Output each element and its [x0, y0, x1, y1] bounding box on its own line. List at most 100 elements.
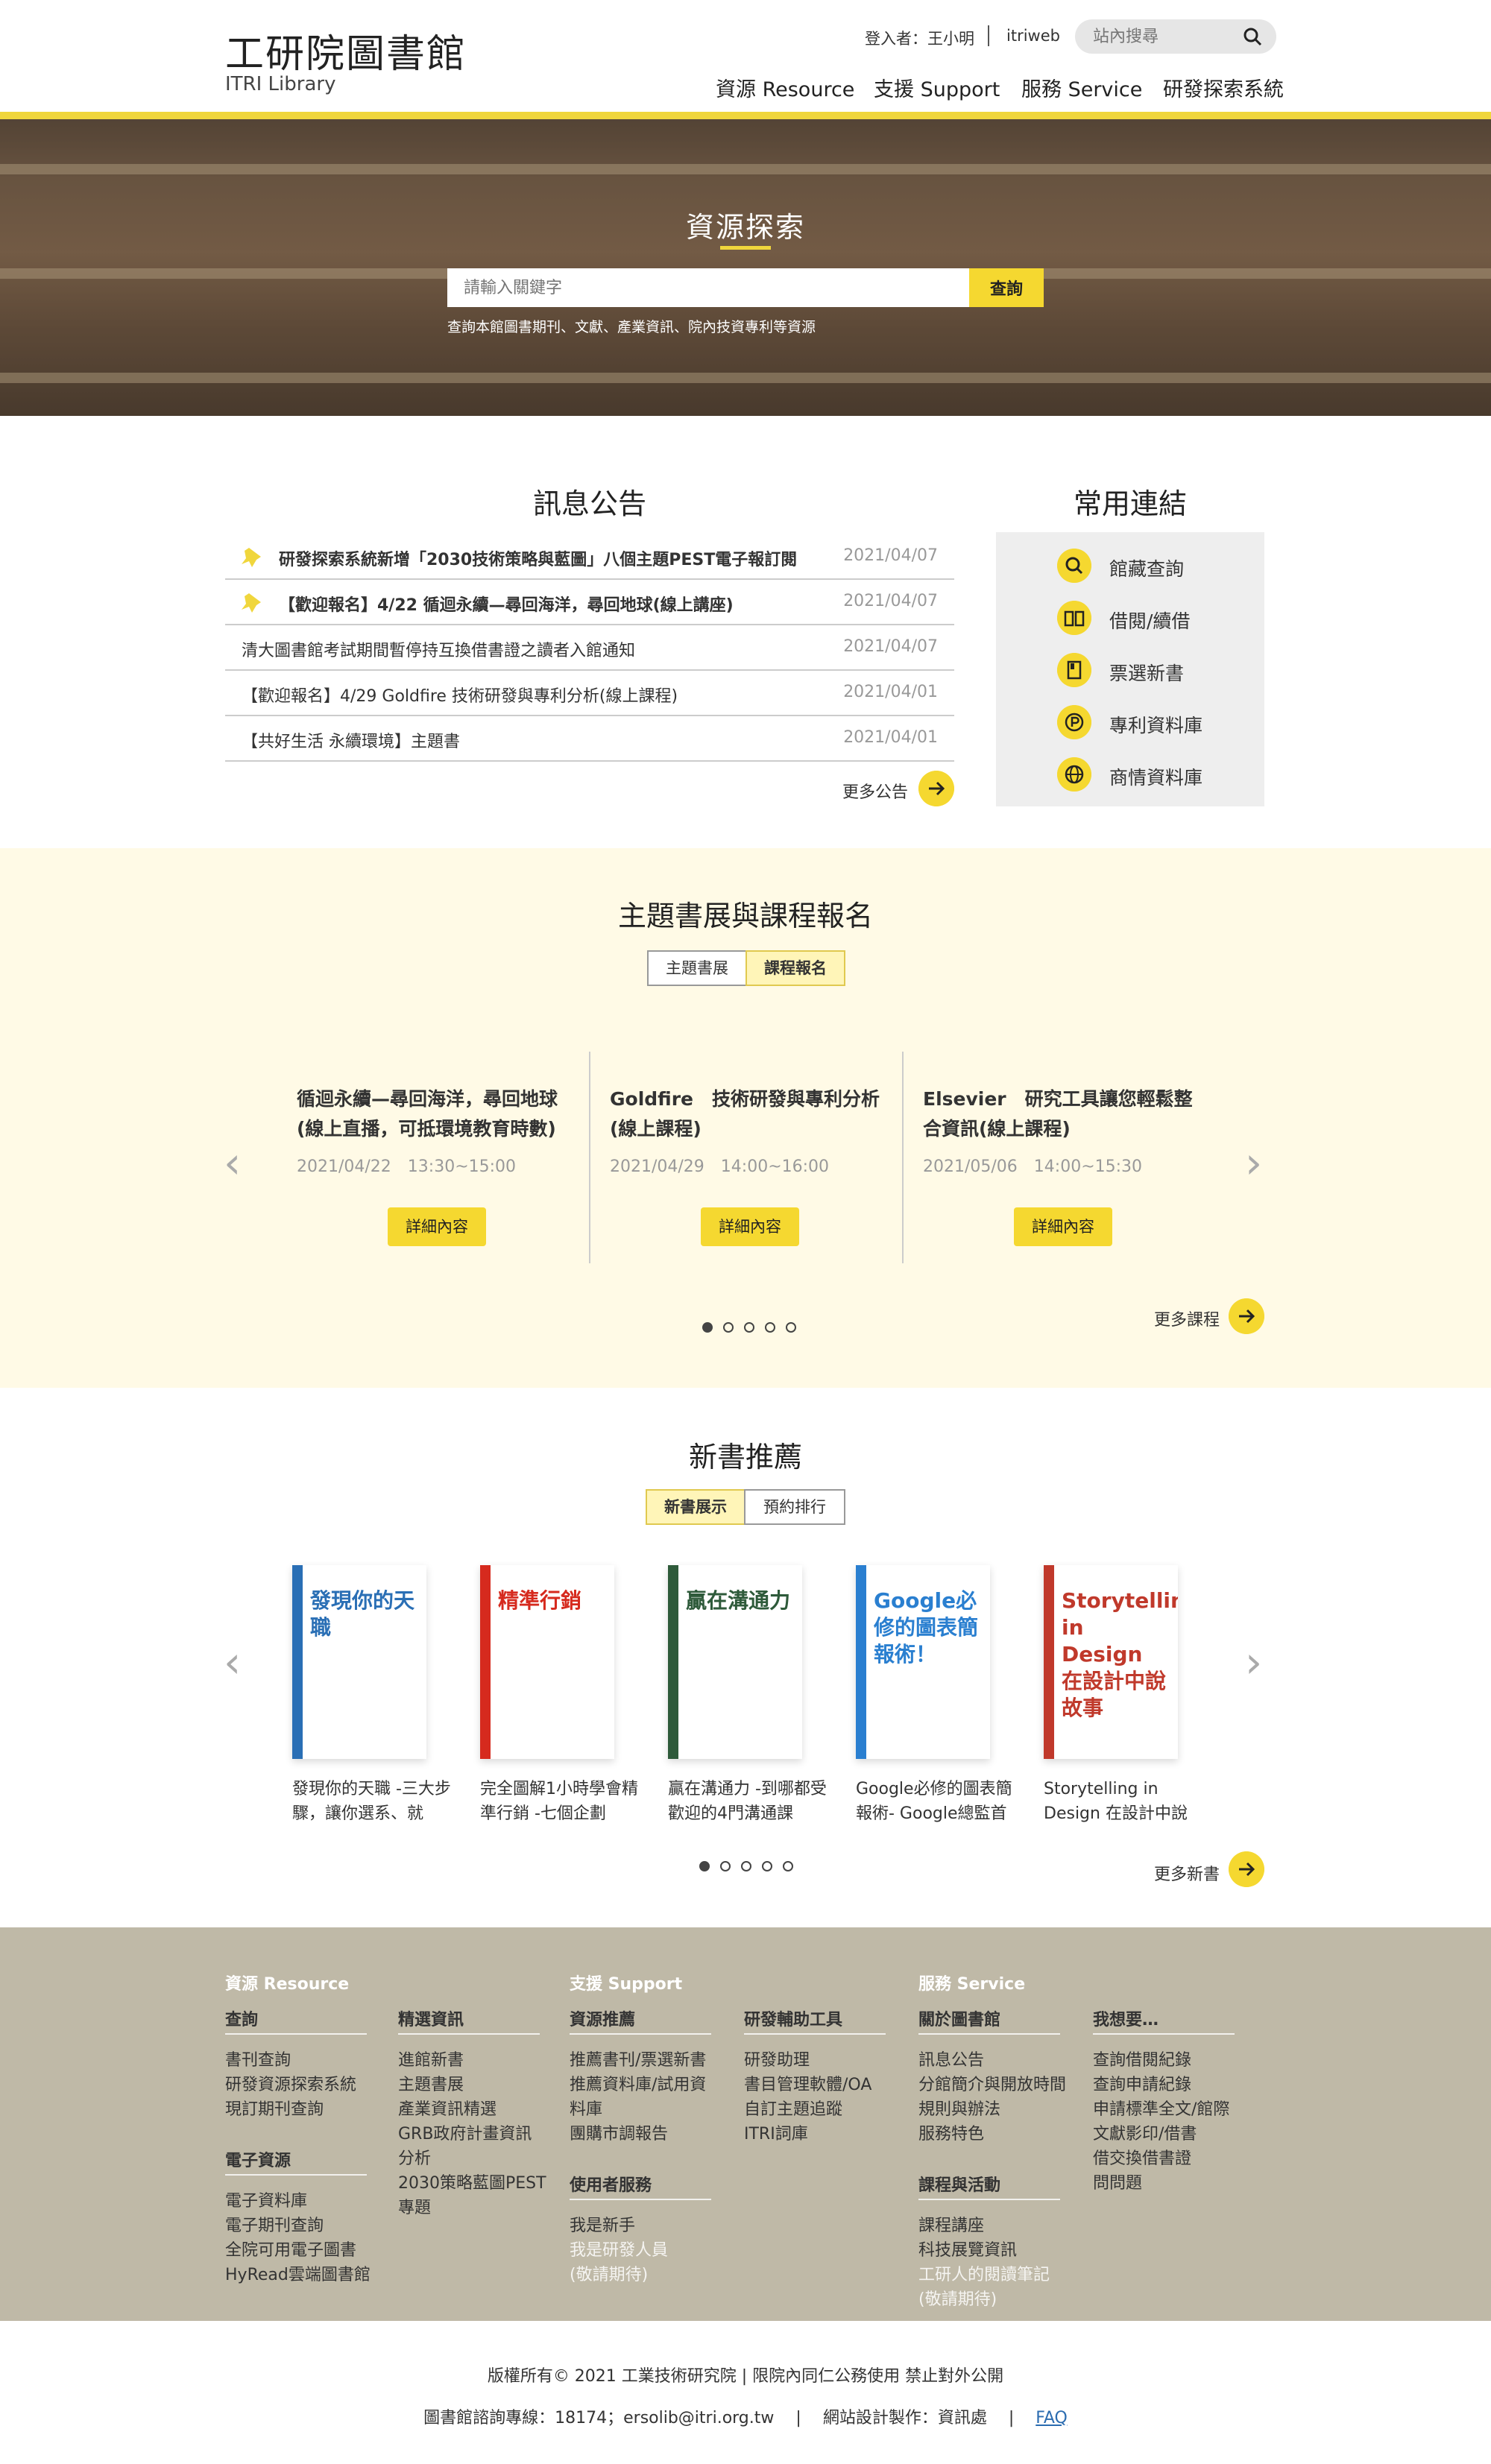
event-title[interactable]: 循迴永續—尋回海洋，尋回地球(線上直播，可抵環境教育時數) [297, 1084, 580, 1144]
site-search-input[interactable] [1093, 25, 1235, 48]
footer-subhead[interactable]: 關於圖書館 [918, 2006, 1000, 2030]
nav-service[interactable]: 服務 Service [1021, 73, 1142, 102]
footer-col-head[interactable]: 支援 Support [570, 1971, 682, 1994]
footer-link[interactable]: 我是新手 [570, 2214, 635, 2238]
book-title[interactable]: 贏在溝通力 -到哪都受歡迎的4門溝通課 [668, 1777, 832, 1826]
footer-link[interactable]: 專題 [398, 2196, 431, 2220]
footer-link[interactable]: 書刊查詢 [225, 2048, 291, 2073]
footer-col-head[interactable]: 資源 Resource [225, 1971, 349, 1994]
footer-link[interactable]: 研發資源探索系統 [225, 2073, 356, 2097]
news-item-title[interactable]: 研發探索系統新增「2030技術策略與藍圖」八個主題PEST電子報訂閱 [279, 546, 797, 570]
nav-discovery-system[interactable]: 研發探索系統 [1163, 73, 1284, 102]
book-cover[interactable]: 贏在溝通力 [668, 1565, 802, 1759]
news-item-title[interactable]: 【共好生活 永續環境】主題書 [242, 728, 460, 752]
footer-link[interactable]: 規則與辦法 [918, 2097, 1000, 2122]
footer-link[interactable]: 現訂期刊查詢 [225, 2097, 324, 2122]
footer-link[interactable]: 課程講座 [918, 2214, 984, 2238]
patent-icon[interactable] [1057, 705, 1091, 739]
itriweb-link[interactable]: itriweb [1006, 27, 1060, 45]
footer-link[interactable]: GRB政府計畫資訊 [398, 2122, 532, 2146]
tab-theme-exhibition[interactable]: 主題書展 [647, 950, 747, 986]
events-page-dot[interactable] [744, 1322, 754, 1333]
more-books-link[interactable]: 更多新書 [1154, 1861, 1220, 1885]
book-cover[interactable]: Google必修的圖表簡報術！ [856, 1565, 990, 1759]
nav-support[interactable]: 支援 Support [874, 73, 1000, 102]
footer-subhead[interactable]: 精選資訊 [398, 2006, 464, 2030]
news-item[interactable]: 清大圖書館考試期間暫停持互換借書證之讀者入館通知 2021/04/07 [225, 625, 954, 671]
footer-link[interactable]: 文獻影印/借書 [1093, 2122, 1197, 2146]
footer-subhead[interactable]: 研發輔助工具 [744, 2006, 842, 2030]
book-open-icon[interactable] [1057, 601, 1091, 635]
books-page-dot[interactable] [783, 1861, 793, 1871]
book-title[interactable]: Storytelling in Design 在設計中說 [1044, 1777, 1208, 1826]
books-page-dot[interactable] [741, 1861, 751, 1871]
events-next-arrow[interactable]: › [1245, 1137, 1262, 1188]
tab-course-registration[interactable]: 課程報名 [746, 950, 845, 986]
footer-link[interactable]: 電子期刊查詢 [225, 2214, 324, 2238]
books-page-dot[interactable] [762, 1861, 772, 1871]
footer-subhead[interactable]: 電子資源 [225, 2147, 291, 2171]
news-item[interactable]: 【共好生活 永續環境】主題書 2021/04/01 [225, 716, 954, 762]
footer-link[interactable]: 申請標準全文/館際 [1093, 2097, 1229, 2122]
footer-link[interactable]: 料庫 [570, 2097, 602, 2122]
faq-link[interactable]: FAQ [1035, 2409, 1068, 2427]
book-icon[interactable] [1057, 653, 1091, 687]
footer-link[interactable]: 進館新書 [398, 2048, 464, 2073]
quick-link-2[interactable]: 票選新書 [1109, 659, 1184, 686]
resource-search-button[interactable]: 查詢 [969, 268, 1044, 307]
news-item[interactable]: 研發探索系統新增「2030技術策略與藍圖」八個主題PEST電子報訂閱 2021/0… [225, 534, 954, 580]
book-cover[interactable]: 精準行銷 [480, 1565, 614, 1759]
footer-link[interactable]: 訊息公告 [918, 2048, 984, 2073]
footer-subhead[interactable]: 我想要… [1093, 2006, 1159, 2030]
events-page-dot[interactable] [723, 1322, 734, 1333]
event-title[interactable]: Elsevier 研究工具讓您輕鬆整合資訊(線上課程) [923, 1084, 1206, 1144]
news-item-title[interactable]: 【歡迎報名】4/29 Goldfire 技術研發與專利分析(線上課程) [242, 683, 678, 707]
quick-link-0[interactable]: 館藏查詢 [1109, 555, 1184, 581]
footer-subhead[interactable]: 使用者服務 [570, 2172, 652, 2196]
quick-link-3[interactable]: 專利資料庫 [1109, 711, 1202, 738]
book-title[interactable]: Google必修的圖表簡報術- Google總監首 [856, 1777, 1020, 1826]
events-page-dot[interactable] [702, 1322, 713, 1333]
footer-link[interactable]: 團購市調報告 [570, 2122, 668, 2146]
news-item-title[interactable]: 清大圖書館考試期間暫停持互換借書證之讀者入館通知 [242, 637, 635, 661]
footer-link[interactable]: 主題書展 [398, 2073, 464, 2097]
book-cover[interactable]: Storytelling in Design 在設計中說故事 [1044, 1565, 1178, 1759]
event-title[interactable]: Goldfire 技術研發與專利分析(線上課程) [610, 1084, 893, 1144]
quick-link-1[interactable]: 借閱/續借 [1109, 607, 1190, 634]
footer-link[interactable]: 自訂主題追蹤 [744, 2097, 842, 2122]
book-cover[interactable]: 發現你的天職 [292, 1565, 426, 1759]
footer-link[interactable]: ITRI詞庫 [744, 2122, 808, 2146]
event-detail-button[interactable]: 詳細內容 [701, 1207, 799, 1246]
footer-col-head[interactable]: 服務 Service [918, 1971, 1025, 1994]
more-news-arrow-icon[interactable] [918, 771, 954, 806]
resource-search-input[interactable] [447, 268, 969, 307]
footer-link[interactable]: 推薦書刊/票選新書 [570, 2048, 706, 2073]
globe-icon[interactable] [1057, 757, 1091, 792]
site-logo-english[interactable]: ITRI Library [225, 73, 335, 95]
more-news-link[interactable]: 更多公告 [842, 779, 908, 803]
book-title[interactable]: 發現你的天職 -三大步驟，讓你選系、就 [292, 1777, 456, 1826]
event-detail-button[interactable]: 詳細內容 [388, 1207, 486, 1246]
events-page-dot[interactable] [765, 1322, 775, 1333]
books-next-arrow[interactable]: › [1245, 1637, 1262, 1687]
footer-link[interactable]: 研發助理 [744, 2048, 810, 2073]
events-page-dot[interactable] [786, 1322, 796, 1333]
footer-link[interactable]: 借交換借書證 [1093, 2146, 1191, 2171]
more-courses-link[interactable]: 更多課程 [1154, 1307, 1220, 1330]
footer-link[interactable]: 全院可用電子圖書 [225, 2238, 356, 2263]
footer-subhead[interactable]: 課程與活動 [918, 2172, 1000, 2196]
books-page-dot[interactable] [699, 1861, 710, 1871]
news-item[interactable]: 【歡迎報名】4/29 Goldfire 技術研發與專利分析(線上課程) 2021/… [225, 671, 954, 716]
news-item-title[interactable]: 【歡迎報名】4/22 循迴永續—尋回海洋，尋回地球(線上講座) [279, 592, 734, 616]
books-prev-arrow[interactable]: ‹ [224, 1637, 241, 1687]
footer-link[interactable]: 電子資料庫 [225, 2189, 307, 2214]
footer-link[interactable]: 產業資訊精選 [398, 2097, 497, 2122]
footer-link[interactable]: HyRead雲端圖書館 [225, 2263, 371, 2287]
footer-link[interactable]: 推薦資料庫/試用資 [570, 2073, 706, 2097]
quick-link-4[interactable]: 商情資料庫 [1109, 763, 1202, 790]
event-detail-button[interactable]: 詳細內容 [1014, 1207, 1112, 1246]
footer-link[interactable]: 問問題 [1093, 2171, 1142, 2196]
more-books-arrow-icon[interactable] [1229, 1851, 1264, 1887]
footer-link[interactable]: 查詢借閱紀錄 [1093, 2048, 1191, 2073]
more-courses-arrow-icon[interactable] [1229, 1298, 1264, 1334]
